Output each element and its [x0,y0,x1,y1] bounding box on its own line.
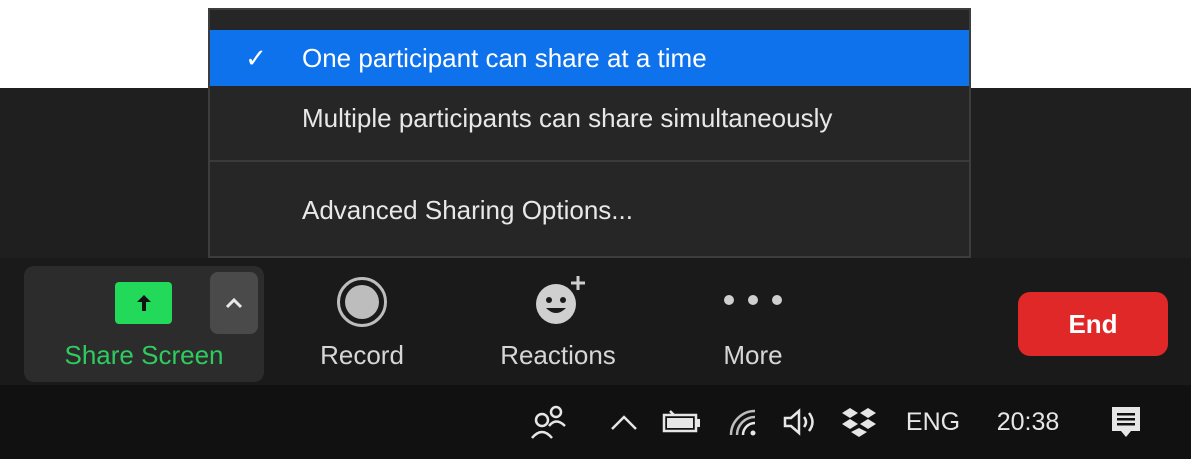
share-options-toggle[interactable] [210,272,258,334]
notifications-icon [1112,407,1140,437]
more-icon-dot [748,295,758,305]
tray-chevron-icon [611,415,637,430]
menu-item-label: One participant can share at a time [302,42,707,73]
checkmark-icon: ✓ [245,42,267,73]
menu-item-label: Multiple participants can share simultan… [302,102,833,133]
wifi-icon [729,409,756,436]
action-center-button[interactable] [1104,400,1148,444]
reactions-label: Reactions [500,340,616,370]
more-icon [724,295,734,305]
taskbar-clock[interactable]: 20:38 [990,400,1066,444]
reactions-button[interactable] [530,272,590,332]
share-screen-button[interactable] [115,282,172,324]
record-icon [345,285,379,319]
volume-icon [783,408,814,436]
menu-item-one-participant[interactable]: ✓ One participant can share at a time [210,30,969,86]
dropbox-icon [842,408,876,437]
people-icon [531,405,566,439]
show-hidden-icons-button[interactable] [604,400,644,444]
language-indicator[interactable]: ENG [900,400,966,444]
share-options-menu: ✓ One participant can share at a time Mu… [208,8,971,258]
end-meeting-button[interactable]: End [1018,292,1168,356]
more-label: More [723,340,783,370]
zoom-window: Share Screen Record Reactions More End E… [0,0,1191,459]
battery-icon [662,410,700,433]
wifi-tray-button[interactable] [724,400,764,444]
more-icon-dot [772,295,782,305]
chevron-up-icon [225,297,243,309]
record-button[interactable] [337,277,387,327]
more-button[interactable] [724,288,782,312]
people-tray-button[interactable] [528,400,570,444]
record-label: Record [320,340,404,370]
menu-divider [210,160,969,162]
reactions-icon [536,276,585,324]
dropbox-tray-button[interactable] [838,400,880,444]
volume-tray-button[interactable] [780,400,822,444]
menu-item-label: Advanced Sharing Options... [302,194,633,225]
share-screen-label: Share Screen [64,340,224,370]
menu-item-advanced-sharing[interactable]: Advanced Sharing Options... [210,182,969,238]
share-arrow-icon [136,295,151,311]
menu-item-multiple-participants[interactable]: Multiple participants can share simultan… [210,90,969,146]
battery-tray-button[interactable] [660,400,704,444]
